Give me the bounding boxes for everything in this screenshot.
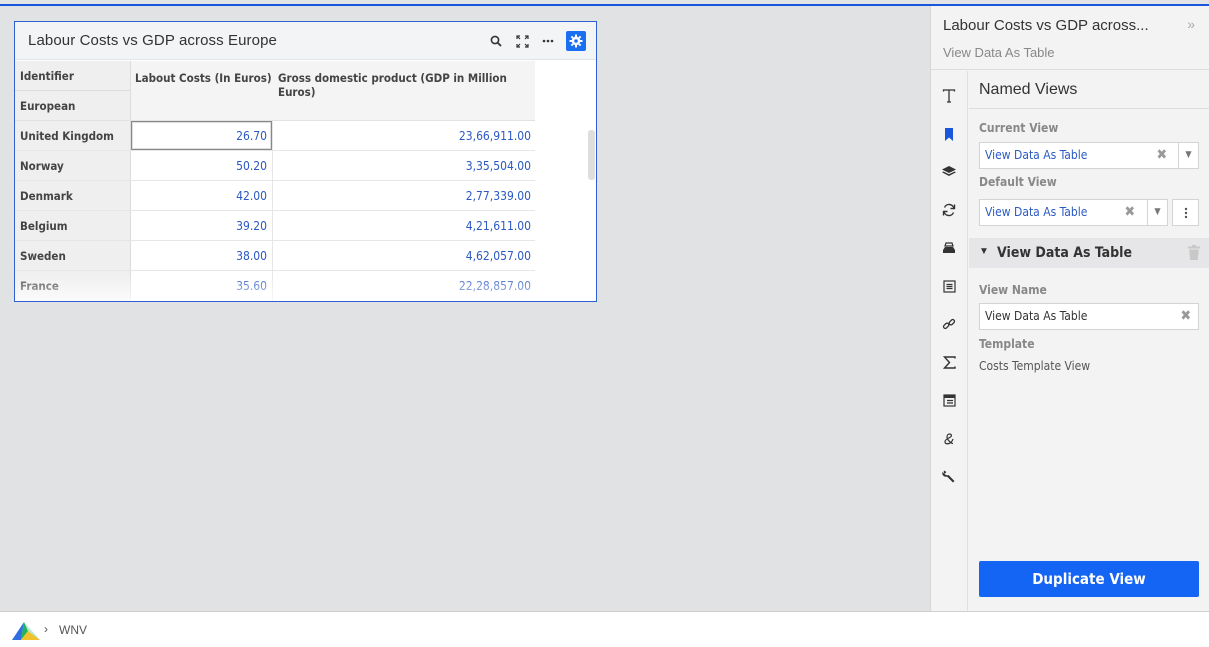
data-grid: Identifier European Countries Labout Cos… [15,61,535,301]
panel-content: Named Views Current View View Data As Ta… [969,71,1209,611]
chevron-down-icon[interactable]: ▼ [1147,200,1167,225]
refresh-icon[interactable] [941,202,957,218]
vertical-scrollbar[interactable] [587,122,596,297]
table-row: Norway 50.20 3,35,504.00 [15,151,535,181]
properties-panel: Labour Costs vs GDP across... View Data … [930,6,1209,611]
table-row: Belgium 39.20 4,21,611.00 [15,211,535,241]
labour-cost-cell[interactable]: 50.20 [131,151,272,180]
panel-icon-rail [931,71,968,611]
collapse-triangle-icon[interactable]: ▼ [979,246,989,257]
view-name-input[interactable]: View Data As Table ✖ [979,303,1199,330]
layers-icon[interactable] [941,164,957,180]
clear-icon[interactable]: ✖ [1156,143,1167,168]
search-icon[interactable] [488,33,504,49]
default-view-label: Default View [979,175,1057,189]
panel-title: Labour Costs vs GDP across... [943,17,1149,34]
labour-cost-cell[interactable]: 35.60 [131,271,272,301]
country-cell: Norway [15,151,131,180]
european-countries-header: European Countries [20,99,76,143]
clear-icon[interactable]: ✖ [1180,304,1191,329]
country-cell: Belgium [15,211,131,240]
trash-icon[interactable] [1188,245,1200,260]
data-table-icon[interactable] [941,392,957,408]
gdp-cell[interactable]: 4,21,611.00 [272,211,535,240]
divider [969,108,1209,109]
view-group-title: View Data As Table [997,245,1133,261]
clear-icon[interactable]: ✖ [1124,200,1135,225]
current-view-label: Current View [979,121,1059,135]
theme-icon[interactable] [941,240,957,256]
table-widget[interactable]: Labour Costs vs GDP across Europe Identi… [14,21,597,302]
view-group-header[interactable]: ▼ View Data As Table [969,238,1209,268]
text-icon[interactable] [941,88,957,104]
more-icon[interactable] [540,33,556,49]
identifier-header: Identifier [15,61,130,91]
duplicate-view-button[interactable]: Duplicate View [979,561,1199,597]
expand-icon[interactable] [514,33,530,49]
gdp-column-header[interactable]: Gross domestic product (GDP in Million E… [272,61,535,120]
default-view-value: View Data As Table [985,205,1088,219]
collapse-panel-icon[interactable]: » [1187,16,1195,32]
labour-costs-column-header[interactable]: Labout Costs (In Euros) [131,61,272,120]
section-title: Named Views [979,81,1078,98]
current-view-select[interactable]: View Data As Table ✖ ▼ [979,142,1199,169]
gdp-cell[interactable]: 2,77,339.00 [272,181,535,210]
table-row: United Kingdom 26.70 23,66,911.00 [15,121,535,151]
gdp-cell[interactable]: 4,62,057.00 [272,241,535,270]
gdp-cell[interactable]: 22,28,857.00 [272,271,535,301]
table-row: Sweden 38.00 4,62,057.00 [15,241,535,271]
ampersand-icon[interactable] [941,430,957,446]
panel-subtitle: View Data As Table [943,45,1055,60]
country-cell: France [15,271,131,301]
gdp-cell[interactable]: 3,35,504.00 [272,151,535,180]
wrench-icon[interactable] [941,468,957,484]
gdp-cell[interactable]: 23,66,911.00 [272,121,535,150]
widget-header: Labour Costs vs GDP across Europe [15,22,596,60]
chevron-down-icon[interactable]: ▼ [1178,143,1198,168]
sigma-icon[interactable] [941,354,957,370]
template-value: Costs Template View [979,359,1091,373]
default-view-select[interactable]: View Data As Table ✖ ▼ [979,199,1168,226]
template-label: Template [979,337,1035,351]
bookmark-icon[interactable] [941,126,957,142]
table-row: France 35.60 22,28,857.00 [15,271,535,301]
country-cell: Denmark [15,181,131,210]
row-header-labels: Identifier European Countries [15,61,131,143]
grid-header-row: Identifier European Countries Labout Cos… [15,61,535,143]
labour-cost-cell[interactable]: 26.70 [131,121,272,150]
more-options-button[interactable] [1172,199,1199,226]
labour-cost-cell[interactable]: 39.20 [131,211,272,240]
table-row: Denmark 42.00 2,77,339.00 [15,181,535,211]
notes-icon[interactable] [941,278,957,294]
panel-header: Labour Costs vs GDP across... View Data … [931,6,1209,70]
country-cell: United Kingdom [15,121,131,150]
breadcrumb[interactable]: WNV [59,623,87,637]
settings-icon[interactable] [566,31,586,51]
link-icon[interactable] [941,316,957,332]
app-logo-icon[interactable] [12,622,40,640]
scrollbar-thumb[interactable] [588,130,595,180]
widget-toolbar [488,31,586,51]
labour-cost-cell[interactable]: 42.00 [131,181,272,210]
widget-title: Labour Costs vs GDP across Europe [28,32,277,49]
view-name-value: View Data As Table [985,309,1088,323]
country-cell: Sweden [15,241,131,270]
current-view-value: View Data As Table [985,148,1088,162]
footer-bar: › WNV [0,611,1209,647]
labour-cost-cell[interactable]: 38.00 [131,241,272,270]
chevron-right-icon: › [44,622,48,636]
view-name-label: View Name [979,283,1047,297]
vertical-dots-icon [1184,207,1187,218]
